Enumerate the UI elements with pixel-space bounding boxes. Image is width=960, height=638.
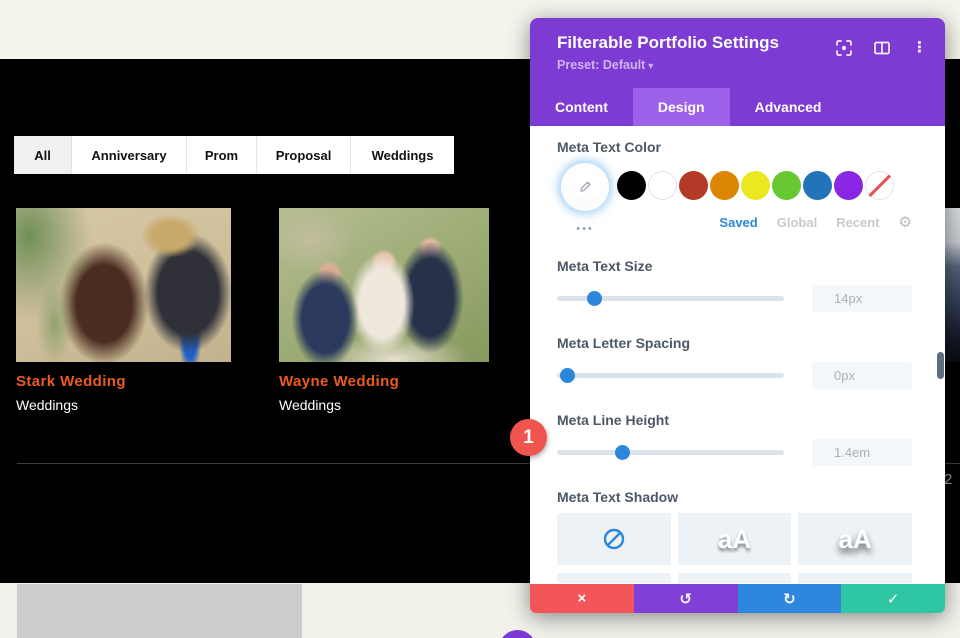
modal-tab-bar: Content Design Advanced [530,88,945,126]
portfolio-category: Weddings [16,397,231,413]
step-annotation-badge: 1 [510,419,547,456]
preset-selector[interactable]: Preset: Default▾ [557,58,927,72]
color-picker-button[interactable] [562,164,608,210]
meta-text-color-control: ••• Saved [557,164,912,235]
portfolio-title[interactable]: Stark Wedding [16,373,231,390]
undo-button[interactable]: ↺ [634,584,738,613]
modal-footer: × ↺ ↻ ✓ [530,584,945,613]
filterable-portfolio-settings-modal: Filterable Portfolio Settings Preset: De… [530,18,945,613]
preset-label: Preset: Default [557,58,645,72]
eyedropper-icon [577,179,593,195]
swatch-green[interactable] [772,171,801,200]
focus-zoom-icon[interactable] [836,40,852,56]
portfolio-title[interactable]: Wayne Wedding [279,373,489,390]
portfolio-image-partial[interactable] [945,208,960,362]
tab-content[interactable]: Content [530,88,633,126]
kebab-menu-icon[interactable]: ⋮ [912,40,927,56]
swatch-purple[interactable] [834,171,863,200]
slider-handle[interactable] [560,368,575,383]
portfolio-image[interactable] [279,208,489,362]
meta-letter-spacing-label: Meta Letter Spacing [557,335,912,351]
swatch-yellow[interactable] [741,171,770,200]
divi-builder-viewport: All Anniversary Prom Proposal Weddings S… [0,0,960,638]
meta-text-shadow-label: Meta Text Shadow [557,489,912,505]
filter-all[interactable]: All [14,136,72,174]
slider-handle[interactable] [615,445,630,460]
meta-text-size-option: Meta Text Size [557,258,912,312]
filter-proposal[interactable]: Proposal [257,136,351,174]
meta-text-size-slider[interactable] [557,296,784,301]
swatch-link-row: Saved Global Recent ⚙ [613,213,912,231]
meta-line-height-input[interactable] [812,439,912,466]
split-view-icon[interactable] [874,40,890,56]
save-button[interactable]: ✓ [841,584,945,613]
swatch-red[interactable] [679,171,708,200]
shadow-preset-row2[interactable] [678,573,792,583]
meta-line-height-slider[interactable] [557,450,784,455]
swatch-none[interactable] [865,171,894,200]
portfolio-filter-bar: All Anniversary Prom Proposal Weddings [14,136,454,174]
slider-handle[interactable] [587,291,602,306]
swatch-orange[interactable] [710,171,739,200]
no-shadow-icon [602,527,626,551]
shadow-preset-row2[interactable] [557,573,671,583]
meta-line-height-label: Meta Line Height [557,412,912,428]
modal-header[interactable]: Filterable Portfolio Settings Preset: De… [530,18,945,88]
modal-body: Meta Text Color ••• [530,126,945,583]
filter-anniversary[interactable]: Anniversary [72,136,187,174]
shadow-preset-soft[interactable]: aA [678,513,792,565]
portfolio-category: Weddings [279,397,489,413]
swatch-blue[interactable] [803,171,832,200]
swatch-options-dots[interactable]: ••• [576,223,594,235]
swatches-saved-link[interactable]: Saved [719,215,757,230]
filter-weddings[interactable]: Weddings [351,136,454,174]
shadow-sample-text: aA [718,524,751,555]
portfolio-item: Stark Wedding Weddings [16,208,231,413]
meta-line-height-option: Meta Line Height [557,412,912,466]
tab-design[interactable]: Design [633,88,730,126]
pagination-page-2[interactable]: 2 [944,471,952,488]
swatch-black[interactable] [617,171,646,200]
meta-letter-spacing-option: Meta Letter Spacing [557,335,912,389]
shadow-preset-row2[interactable] [798,573,912,583]
shadow-sample-text: aA [839,524,872,555]
chevron-down-icon: ▾ [648,61,653,72]
meta-letter-spacing-slider[interactable] [557,373,784,378]
tab-advanced[interactable]: Advanced [730,88,847,126]
swatches-global-link[interactable]: Global [777,215,817,230]
discard-button[interactable]: × [530,584,634,613]
portfolio-image[interactable] [16,208,231,362]
filter-prom[interactable]: Prom [187,136,257,174]
next-section-image-placeholder [17,584,302,638]
swatch-white[interactable] [648,171,677,200]
modal-scrollbar-thumb[interactable] [937,352,944,379]
redo-button[interactable]: ↻ [738,584,842,613]
meta-letter-spacing-input[interactable] [812,362,912,389]
gear-icon[interactable]: ⚙ [899,213,912,231]
portfolio-item: Wayne Wedding Weddings [279,208,489,413]
text-shadow-presets: aA aA [557,513,912,583]
meta-text-size-label: Meta Text Size [557,258,912,274]
shadow-preset-strong[interactable]: aA [798,513,912,565]
color-swatch-row [617,171,912,200]
shadow-preset-none[interactable] [557,513,671,565]
swatches-recent-link[interactable]: Recent [836,215,879,230]
meta-text-color-label: Meta Text Color [557,139,912,155]
meta-text-size-input[interactable] [812,285,912,312]
meta-text-shadow-option: Meta Text Shadow aA aA [557,489,912,583]
